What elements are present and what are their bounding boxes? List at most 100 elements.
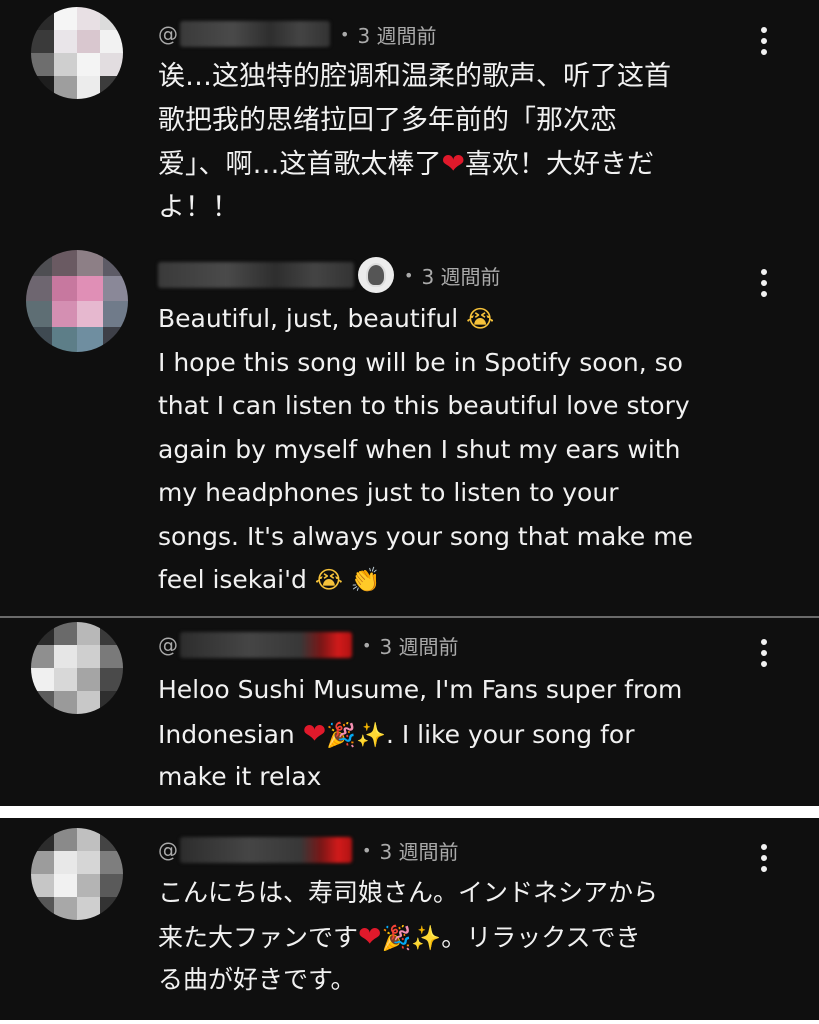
comment-line: 来た大ファンです❤🎉✨。リラックスでき (158, 915, 758, 959)
comment-meta: @ • 3 週間前 (158, 17, 437, 51)
timestamp: 3 週間前 (421, 264, 501, 289)
party-popper-icon: 🎉 (326, 720, 357, 749)
avatar-pixel (26, 301, 52, 327)
avatar-pixel (100, 30, 123, 53)
sparkles-icon: ✨ (356, 720, 386, 749)
avatar-pixel (77, 250, 103, 276)
avatar-pixel (100, 668, 123, 691)
avatar-pixel (77, 897, 100, 920)
avatar-pixel (51, 301, 77, 327)
avatar-pixel (31, 30, 54, 53)
avatar-pixel (100, 7, 123, 30)
avatar[interactable] (31, 828, 123, 920)
channel-owner-avatar-icon (358, 257, 394, 293)
avatar-pixel (54, 7, 77, 30)
avatar-pixel (100, 874, 123, 897)
avatar[interactable] (26, 250, 128, 352)
heart-icon: ❤ (358, 919, 382, 953)
avatar[interactable] (31, 622, 123, 714)
comment-4: @ • 3 週間前 こんにちは、寿司娘さん。インドネシアから 来た大ファンです❤… (0, 818, 819, 1024)
comment-line: songs. It's always your song that make m… (158, 521, 693, 551)
comment-meta: @ • 3 週間前 (158, 833, 459, 867)
comment-3: @ • 3 週間前 Heloo Sushi Musume, I'm Fans s… (0, 618, 819, 806)
avatar-pixel (100, 897, 123, 920)
username-redacted[interactable] (180, 21, 330, 47)
comment-1: @ • 3 週間前 诶…这独特的腔调和温柔的歌声、听了这首 歌把我的思绪拉回了多… (0, 0, 819, 232)
avatar-pixel (54, 874, 77, 897)
comment-2: • 3 週間前 Beautiful, just, beautiful 😭 I h… (0, 232, 819, 616)
comment-line: 歌把我的思绪拉回了多年前的「那次恋 (158, 104, 617, 136)
avatar-pixel (77, 874, 100, 897)
avatar-pixel (77, 645, 100, 668)
comment-line: I hope this song will be in Spotify soon… (158, 347, 683, 377)
comment-line: Beautiful, just, beautiful 😭 (158, 297, 758, 341)
avatar-pixel (31, 645, 54, 668)
comment-line: よ！！ (158, 191, 239, 223)
avatar-pixel (77, 668, 100, 691)
more-vert-icon[interactable] (754, 841, 774, 875)
avatar-pixel (100, 622, 123, 645)
avatar[interactable] (31, 7, 123, 99)
username-at[interactable]: @ (158, 633, 178, 657)
avatar-pixel (31, 851, 54, 874)
comment-text: Beautiful, just, beautiful 😭 I hope this… (158, 297, 758, 602)
avatar-pixel (102, 326, 128, 352)
username-redacted[interactable] (180, 837, 352, 863)
heart-icon: ❤ (302, 716, 327, 750)
avatar-pixel (102, 250, 128, 276)
avatar-pixel (54, 645, 77, 668)
avatar-pixel (100, 76, 123, 99)
divider (0, 1020, 819, 1024)
avatar-pixel (54, 851, 77, 874)
avatar-pixel (26, 326, 52, 352)
avatar-pixel (102, 301, 128, 327)
avatar-pixel (54, 668, 77, 691)
avatar-pixel (77, 326, 103, 352)
avatar-pixel (77, 76, 100, 99)
avatar-pixel (102, 275, 128, 301)
username-at[interactable]: @ (158, 22, 178, 46)
meta-separator: • (362, 635, 372, 655)
timestamp: 3 週間前 (379, 634, 459, 659)
avatar-pixel (77, 53, 100, 76)
heart-icon: ❤ (441, 147, 465, 180)
comment-line: る曲が好きです。 (158, 965, 356, 994)
party-popper-icon: 🎉 (381, 923, 412, 952)
meta-separator: • (340, 24, 350, 44)
divider (0, 806, 819, 818)
timestamp: 3 週間前 (379, 839, 459, 864)
comment-line: Heloo Sushi Musume, I'm Fans super from (158, 675, 683, 704)
avatar-pixel (54, 828, 77, 851)
username-at[interactable]: @ (158, 838, 178, 862)
crying-face-icon: 😭 (314, 566, 343, 594)
avatar-pixel (31, 897, 54, 920)
comment-line: feel isekai'd 😭 👏 (158, 558, 758, 602)
username-redacted[interactable] (180, 632, 352, 658)
comment-line: こんにちは、寿司娘さん。インドネシアから (158, 878, 659, 907)
avatar-pixel (31, 874, 54, 897)
more-vert-icon[interactable] (754, 266, 774, 300)
avatar-pixel (77, 691, 100, 714)
avatar-pixel (77, 622, 100, 645)
avatar-pixel (54, 76, 77, 99)
avatar-pixel (54, 691, 77, 714)
comment-line: 诶…这独特的腔调和温柔的歌声、听了这首 (158, 61, 671, 92)
username-redacted[interactable] (158, 262, 354, 288)
avatar-pixel (100, 645, 123, 668)
avatar-pixel (31, 828, 54, 851)
avatar-pixel (51, 275, 77, 301)
avatar-pixel (31, 53, 54, 76)
avatar-pixel (31, 7, 54, 30)
avatar-pixel (100, 691, 123, 714)
avatar-pixel (54, 53, 77, 76)
more-vert-icon[interactable] (754, 24, 774, 58)
avatar-pixel (31, 622, 54, 645)
comment-line: make it relax (158, 762, 322, 791)
timestamp: 3 週間前 (357, 23, 437, 48)
avatar-pixel (100, 53, 123, 76)
avatar-pixel (100, 828, 123, 851)
more-vert-icon[interactable] (754, 636, 774, 670)
avatar-pixel (26, 275, 52, 301)
avatar-pixel (77, 7, 100, 30)
avatar-pixel (54, 897, 77, 920)
